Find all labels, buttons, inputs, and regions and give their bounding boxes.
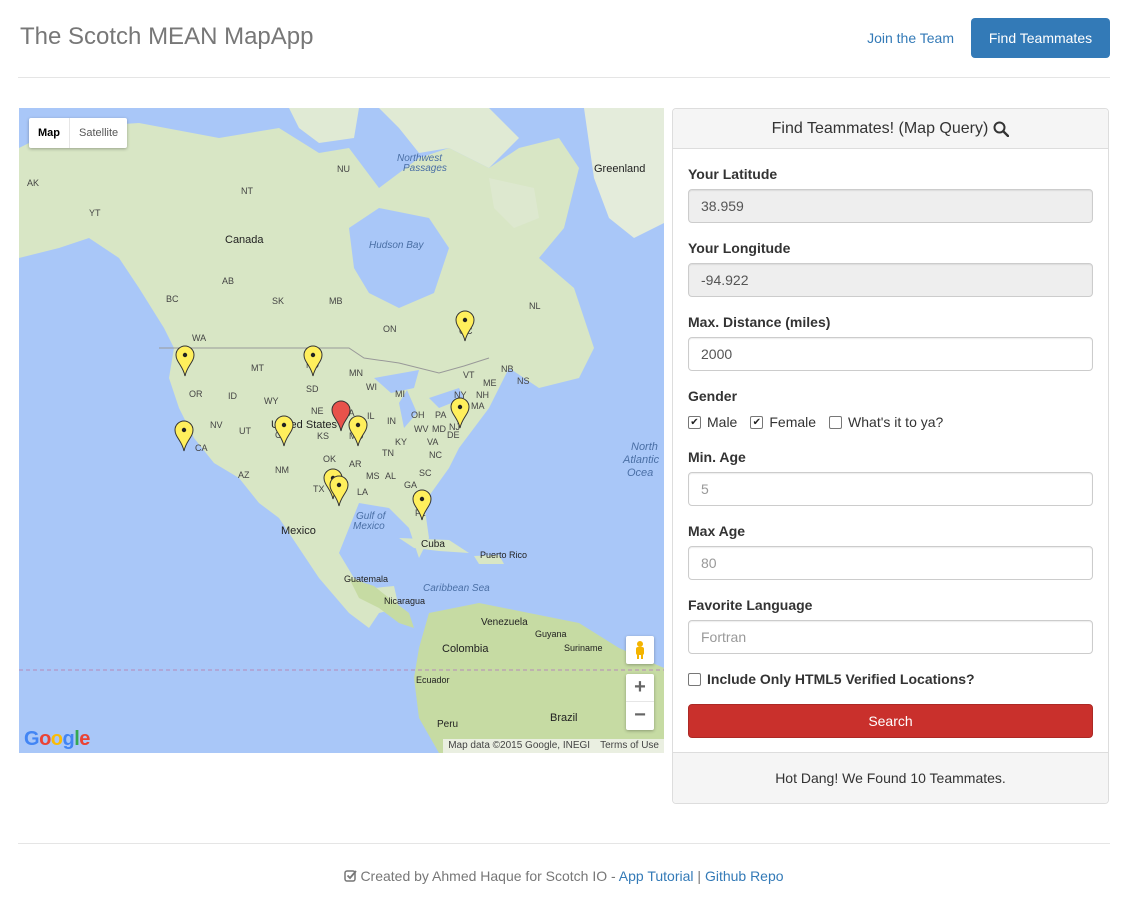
html5-label: Include Only HTML5 Verified Locations? (707, 671, 975, 687)
join-team-link[interactable]: Join the Team (867, 30, 954, 46)
zoom-control: + − (626, 674, 654, 730)
query-panel: Find Teammates! (Map Query) Your Latitud… (672, 108, 1109, 804)
teammate-marker[interactable] (175, 345, 195, 377)
distance-input[interactable]: 2000 (688, 337, 1093, 371)
teammate-marker[interactable] (450, 397, 470, 429)
check-square-icon (344, 870, 358, 882)
latitude-label: Your Latitude (688, 166, 778, 182)
map-type-satellite-button[interactable]: Satellite (70, 118, 127, 148)
teammate-marker[interactable] (274, 415, 294, 447)
female-label: Female (769, 414, 817, 430)
created-by-text: Created by Ahmed Haque for Scotch IO - (360, 868, 619, 884)
footer-separator: | (693, 868, 705, 884)
other-checkbox[interactable] (829, 415, 843, 429)
footer: Created by Ahmed Haque for Scotch IO - A… (18, 843, 1110, 903)
teammate-marker[interactable] (303, 345, 323, 377)
find-teammates-button[interactable]: Find Teammates (971, 18, 1110, 58)
search-icon (993, 121, 1010, 137)
teammate-marker[interactable] (455, 310, 475, 342)
male-checkbox[interactable]: ✔ (688, 415, 701, 429)
map-data-text: Map data ©2015 Google, INEGI (448, 740, 591, 751)
other-label: What's it to ya? (848, 414, 944, 430)
min-age-input[interactable]: 5 (688, 472, 1093, 506)
teammate-marker[interactable] (412, 489, 432, 521)
map-attribution: Map data ©2015 Google, INEGI Terms of Use (443, 739, 664, 753)
male-label: Male (707, 414, 738, 430)
footer-text: Created by Ahmed Haque for Scotch IO - A… (18, 868, 1110, 884)
language-input[interactable]: Fortran (688, 620, 1093, 654)
teammate-marker[interactable] (348, 415, 368, 447)
gender-other-option[interactable]: What's it to ya? (829, 414, 943, 430)
brand-title[interactable]: The Scotch MEAN MapApp (20, 23, 313, 51)
language-label: Favorite Language (688, 597, 813, 613)
zoom-in-button[interactable]: + (626, 674, 654, 702)
zoom-out-button[interactable]: − (626, 702, 654, 730)
gender-options: ✔ Male ✔ Female What's it to ya? (688, 414, 956, 430)
female-checkbox[interactable]: ✔ (750, 415, 764, 429)
panel-title: Find Teammates! (Map Query) (771, 119, 989, 137)
search-button[interactable]: Search (688, 704, 1093, 738)
map[interactable]: Greenland Northwest Passages Canada Hudson B… (19, 108, 664, 753)
header: The Scotch MEAN MapApp Join the Team Fin… (18, 0, 1110, 78)
result-text: Hot Dang! We Found 10 Teammates. (775, 770, 1006, 786)
gender-label: Gender (688, 388, 738, 404)
min-age-label: Min. Age (688, 449, 746, 465)
panel-heading: Find Teammates! (Map Query) (673, 109, 1108, 149)
html5-checkbox[interactable] (688, 672, 701, 686)
current-location-marker[interactable] (331, 400, 351, 432)
github-repo-link[interactable]: Github Repo (705, 868, 784, 884)
panel-footer: Hot Dang! We Found 10 Teammates. (673, 752, 1108, 803)
html5-option[interactable]: Include Only HTML5 Verified Locations? (688, 671, 975, 687)
map-type-map-button[interactable]: Map (29, 118, 70, 148)
latitude-input[interactable]: 38.959 (688, 189, 1093, 223)
terms-of-use-link[interactable]: Terms of Use (600, 740, 659, 751)
max-age-input[interactable]: 80 (688, 546, 1093, 580)
longitude-label: Your Longitude (688, 240, 791, 256)
distance-label: Max. Distance (miles) (688, 314, 831, 330)
teammate-marker[interactable] (174, 420, 194, 452)
gender-female-option[interactable]: ✔ Female (750, 414, 816, 430)
gender-male-option[interactable]: ✔ Male (688, 414, 737, 430)
longitude-input[interactable]: -94.922 (688, 263, 1093, 297)
map-type-control[interactable]: Map Satellite (29, 118, 128, 148)
teammate-marker[interactable] (329, 475, 349, 507)
app-tutorial-link[interactable]: App Tutorial (619, 868, 694, 884)
max-age-label: Max Age (688, 523, 746, 539)
street-view-pegman-icon[interactable] (626, 636, 654, 664)
google-logo[interactable]: Google (24, 728, 90, 751)
map-markers (174, 310, 475, 521)
